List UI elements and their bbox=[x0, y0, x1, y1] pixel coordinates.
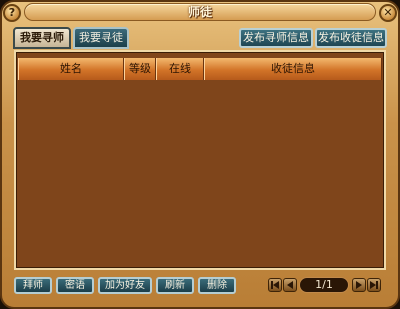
publish-apprentice-info-button[interactable]: 发布收徒信息 bbox=[315, 28, 387, 48]
help-button[interactable]: ? bbox=[3, 4, 21, 22]
help-icon: ? bbox=[8, 6, 16, 19]
column-header-info[interactable]: 收徒信息 bbox=[204, 58, 382, 80]
prev-page-icon bbox=[287, 281, 293, 289]
first-page-button[interactable] bbox=[268, 278, 282, 292]
delete-button[interactable]: 删除 bbox=[198, 277, 236, 294]
close-icon: ✕ bbox=[383, 6, 393, 19]
whisper-button[interactable]: 密语 bbox=[56, 277, 94, 294]
last-page-icon bbox=[370, 281, 378, 289]
column-header-name[interactable]: 姓名 bbox=[18, 58, 124, 80]
last-page-button[interactable] bbox=[367, 278, 381, 292]
column-header-level[interactable]: 等级 bbox=[124, 58, 156, 80]
title-bar: 师徒 bbox=[24, 3, 376, 21]
tab-find-apprentice[interactable]: 我要寻徒 bbox=[73, 27, 129, 49]
prev-page-button[interactable] bbox=[283, 278, 297, 292]
close-button[interactable]: ✕ bbox=[379, 4, 397, 22]
next-page-icon bbox=[356, 281, 362, 289]
table-body bbox=[18, 82, 382, 266]
column-header-online[interactable]: 在线 bbox=[156, 58, 204, 80]
first-page-icon bbox=[271, 281, 279, 289]
bai-shi-button[interactable]: 拜师 bbox=[14, 277, 52, 294]
page-indicator: 1/1 bbox=[299, 277, 349, 293]
results-panel: 姓名 等级 在线 收徒信息 bbox=[14, 50, 386, 270]
window-title: 师徒 bbox=[187, 5, 212, 19]
publish-master-info-button[interactable]: 发布寻师信息 bbox=[239, 28, 313, 48]
add-friend-button[interactable]: 加为好友 bbox=[98, 277, 152, 294]
refresh-button[interactable]: 刷新 bbox=[156, 277, 194, 294]
table-header: 姓名 等级 在线 收徒信息 bbox=[18, 58, 382, 80]
next-page-button[interactable] bbox=[352, 278, 366, 292]
tab-find-master[interactable]: 我要寻师 bbox=[13, 27, 71, 49]
